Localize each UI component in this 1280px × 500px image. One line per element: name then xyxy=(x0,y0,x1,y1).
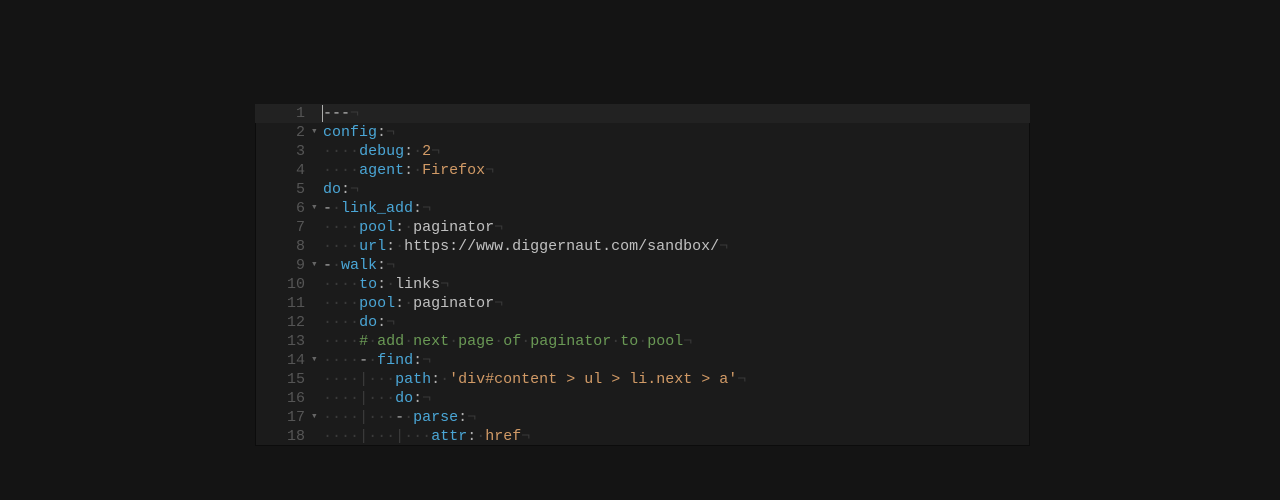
gutter-line-number[interactable]: 9 xyxy=(255,256,311,275)
fold-toggle-icon xyxy=(311,370,321,389)
fold-toggle-icon xyxy=(311,332,321,351)
code-content[interactable]: ····|···do:¬ xyxy=(321,389,431,408)
gutter-line-number[interactable]: 18 xyxy=(255,427,311,446)
fold-toggle-icon xyxy=(311,218,321,237)
fold-toggle-icon[interactable]: ▾ xyxy=(311,408,321,427)
code-line[interactable]: 17▾····|···-·parse:¬ xyxy=(255,408,1030,427)
code-line[interactable]: 13 ····#·add·next·page·of·paginator·to·po… xyxy=(255,332,1030,351)
gutter-line-number[interactable]: 16 xyxy=(255,389,311,408)
gutter-line-number[interactable]: 10 xyxy=(255,275,311,294)
fold-toggle-icon xyxy=(311,275,321,294)
gutter-line-number[interactable]: 12 xyxy=(255,313,311,332)
code-line[interactable]: 18 ····|···|···attr:·href¬ xyxy=(255,427,1030,446)
fold-toggle-icon xyxy=(311,427,321,446)
code-content[interactable]: ····to:·links¬ xyxy=(321,275,449,294)
code-line[interactable]: 16 ····|···do:¬ xyxy=(255,389,1030,408)
fold-toggle-icon xyxy=(311,104,321,123)
code-content[interactable]: ····|···path:·'div#content > ul > li.nex… xyxy=(321,370,746,389)
fold-toggle-icon xyxy=(311,161,321,180)
code-content[interactable]: do:¬ xyxy=(321,180,359,199)
fold-toggle-icon xyxy=(311,294,321,313)
code-content[interactable]: ····pool:·paginator¬ xyxy=(321,218,503,237)
code-line[interactable]: 8 ····url:·https://www.diggernaut.com/san… xyxy=(255,237,1030,256)
code-line[interactable]: 12 ····do:¬ xyxy=(255,313,1030,332)
fold-toggle-icon xyxy=(311,180,321,199)
gutter-line-number[interactable]: 11 xyxy=(255,294,311,313)
fold-toggle-icon[interactable]: ▾ xyxy=(311,351,321,370)
gutter-line-number[interactable]: 13 xyxy=(255,332,311,351)
code-content[interactable]: ····do:¬ xyxy=(321,313,395,332)
code-content[interactable]: ····#·add·next·page·of·paginator·to·pool… xyxy=(321,332,692,351)
code-line[interactable]: 10 ····to:·links¬ xyxy=(255,275,1030,294)
code-line[interactable]: 3 ····debug:·2¬ xyxy=(255,142,1030,161)
code-editor[interactable]: 1---¬2▾config:¬3····debug:·2¬4····agent:… xyxy=(255,104,1030,446)
code-content[interactable]: ····url:·https://www.diggernaut.com/sand… xyxy=(321,237,728,256)
code-content[interactable]: -·link_add:¬ xyxy=(321,199,431,218)
fold-toggle-icon[interactable]: ▾ xyxy=(311,256,321,275)
gutter-line-number[interactable]: 3 xyxy=(255,142,311,161)
gutter-line-number[interactable]: 7 xyxy=(255,218,311,237)
code-content[interactable]: ····-·find:¬ xyxy=(321,351,431,370)
gutter-line-number[interactable]: 8 xyxy=(255,237,311,256)
fold-toggle-icon[interactable]: ▾ xyxy=(311,123,321,142)
gutter-line-number[interactable]: 2 xyxy=(255,123,311,142)
gutter-line-number[interactable]: 6 xyxy=(255,199,311,218)
code-line[interactable]: 15 ····|···path:·'div#content > ul > li.n… xyxy=(255,370,1030,389)
fold-toggle-icon[interactable]: ▾ xyxy=(311,199,321,218)
code-content[interactable]: ---¬ xyxy=(321,104,359,123)
code-content[interactable]: config:¬ xyxy=(321,123,395,142)
code-content[interactable]: ····agent:·Firefox¬ xyxy=(321,161,494,180)
code-line[interactable]: 6▾-·link_add:¬ xyxy=(255,199,1030,218)
fold-toggle-icon xyxy=(311,142,321,161)
fold-toggle-icon xyxy=(311,389,321,408)
code-content[interactable]: -·walk:¬ xyxy=(321,256,395,275)
gutter-line-number[interactable]: 4 xyxy=(255,161,311,180)
gutter-line-number[interactable]: 1 xyxy=(255,104,311,123)
code-content[interactable]: ····debug:·2¬ xyxy=(321,142,440,161)
code-line[interactable]: 2▾config:¬ xyxy=(255,123,1030,142)
fold-toggle-icon xyxy=(311,313,321,332)
gutter-line-number[interactable]: 5 xyxy=(255,180,311,199)
code-line[interactable]: 9▾-·walk:¬ xyxy=(255,256,1030,275)
page: 1---¬2▾config:¬3····debug:·2¬4····agent:… xyxy=(0,0,1280,500)
code-content[interactable]: ····|···|···attr:·href¬ xyxy=(321,427,530,446)
code-line[interactable]: 1 ---¬ xyxy=(255,104,1030,123)
code-line[interactable]: 5 do:¬ xyxy=(255,180,1030,199)
code-content[interactable]: ····|···-·parse:¬ xyxy=(321,408,476,427)
code-line[interactable]: 7 ····pool:·paginator¬ xyxy=(255,218,1030,237)
gutter-line-number[interactable]: 14 xyxy=(255,351,311,370)
code-line[interactable]: 11 ····pool:·paginator¬ xyxy=(255,294,1030,313)
gutter-line-number[interactable]: 17 xyxy=(255,408,311,427)
code-line[interactable]: 4 ····agent:·Firefox¬ xyxy=(255,161,1030,180)
fold-toggle-icon xyxy=(311,237,321,256)
gutter-line-number[interactable]: 15 xyxy=(255,370,311,389)
code-line[interactable]: 14▾····-·find:¬ xyxy=(255,351,1030,370)
code-content[interactable]: ····pool:·paginator¬ xyxy=(321,294,503,313)
